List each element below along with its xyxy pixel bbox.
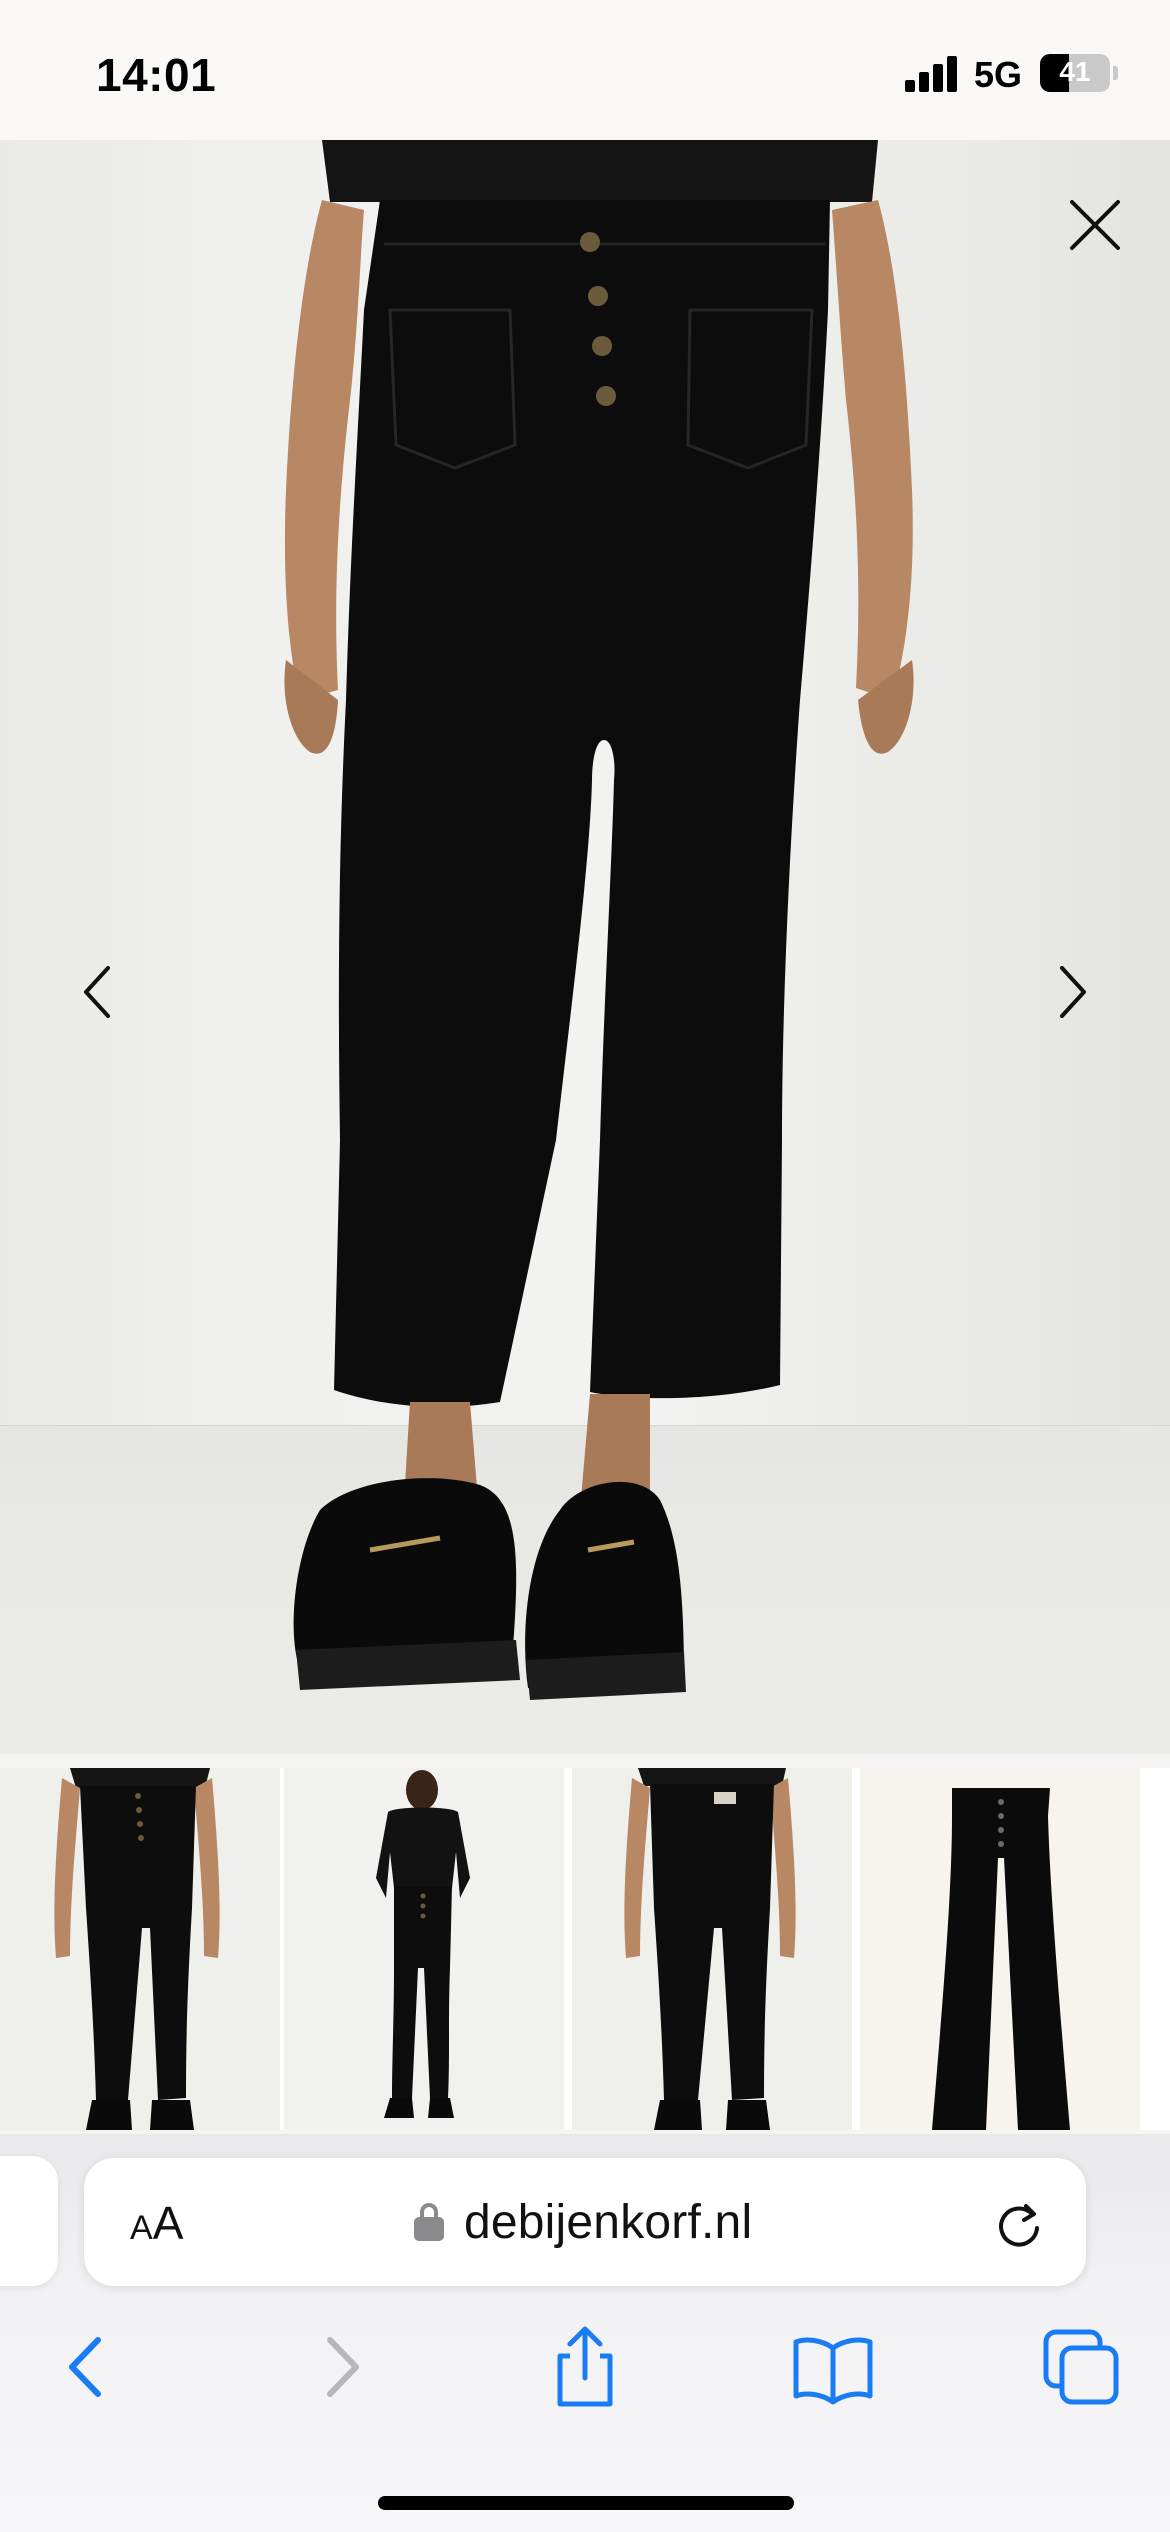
thumbnail-4[interactable] bbox=[860, 1768, 1140, 2130]
reload-button[interactable] bbox=[992, 2198, 1046, 2252]
address-bar[interactable]: AA debijenkorf.nl bbox=[84, 2158, 1086, 2286]
text-size-large-label: A bbox=[152, 2197, 184, 2249]
reload-icon bbox=[999, 2204, 1039, 2247]
text-size-small-label: A bbox=[130, 2209, 153, 2247]
thumbnail-3[interactable] bbox=[572, 1768, 852, 2130]
cellular-signal-icon bbox=[905, 56, 959, 92]
status-time: 14:01 bbox=[96, 49, 217, 101]
forward-icon bbox=[327, 2337, 359, 2397]
battery-tip bbox=[1113, 66, 1118, 80]
back-button[interactable] bbox=[42, 2322, 132, 2412]
thumbnail-back-view bbox=[572, 1768, 852, 2130]
thumbnail-flat-product bbox=[860, 1768, 1140, 2130]
thumbnail-strip bbox=[0, 1768, 1170, 2130]
network-type: 5G bbox=[974, 54, 1023, 95]
chevron-right-icon bbox=[1060, 966, 1086, 1018]
url-text: debijenkorf.nl bbox=[464, 2195, 753, 2249]
thumbnail-1[interactable] bbox=[0, 1768, 280, 2130]
text-size-button[interactable]: AA bbox=[130, 2196, 210, 2250]
status-bar: 14:01 5G 41 bbox=[0, 0, 1170, 140]
home-indicator[interactable] bbox=[378, 2496, 794, 2510]
close-icon bbox=[1070, 200, 1120, 250]
browser-toolbar: AA debijenkorf.nl bbox=[0, 2134, 1170, 2532]
thumbnail-full-body bbox=[284, 1768, 564, 2130]
lock-icon bbox=[414, 2203, 444, 2241]
model-wearing-jeans-image bbox=[284, 140, 914, 1700]
forward-button[interactable] bbox=[296, 2322, 386, 2412]
product-main-image[interactable] bbox=[0, 140, 1170, 1754]
thumbnail-front-closeup bbox=[0, 1768, 280, 2130]
url-field[interactable]: debijenkorf.nl bbox=[414, 2192, 752, 2252]
next-image-button[interactable] bbox=[1030, 952, 1110, 1032]
previous-image-button[interactable] bbox=[60, 952, 140, 1032]
battery-icon: 41 bbox=[1040, 54, 1110, 92]
close-button[interactable] bbox=[1058, 188, 1132, 262]
chevron-left-icon bbox=[84, 966, 110, 1018]
thumbnail-2[interactable] bbox=[284, 1768, 564, 2130]
share-icon bbox=[557, 2326, 613, 2407]
bookmarks-button[interactable] bbox=[788, 2322, 878, 2412]
tabs-button[interactable] bbox=[1036, 2322, 1126, 2412]
bookmarks-icon bbox=[793, 2337, 873, 2405]
share-button[interactable] bbox=[540, 2322, 630, 2412]
previous-tab-preview[interactable] bbox=[0, 2156, 58, 2286]
battery-percent: 41 bbox=[1059, 56, 1091, 87]
back-icon bbox=[69, 2337, 101, 2397]
tabs-icon bbox=[1043, 2329, 1119, 2405]
